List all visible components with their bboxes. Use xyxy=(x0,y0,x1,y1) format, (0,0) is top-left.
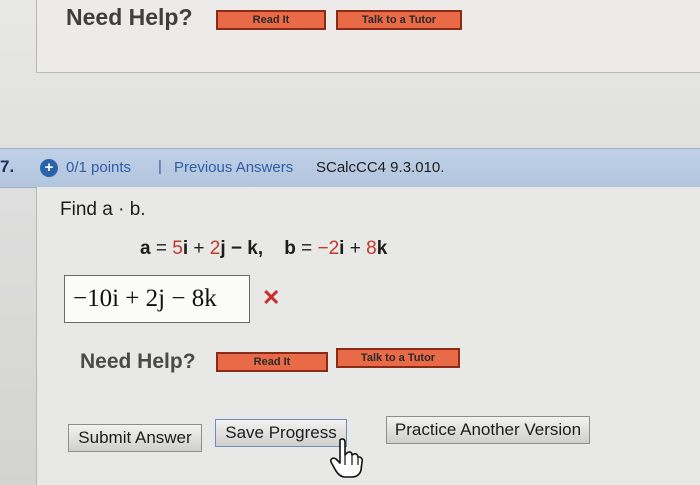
talk-to-tutor-button[interactable]: Talk to a Tutor xyxy=(336,348,460,368)
equals-sign: = xyxy=(150,238,173,259)
question-prompt: Find a · b. xyxy=(60,199,146,220)
previous-answers-link[interactable]: Previous Answers xyxy=(174,159,293,176)
prev-need-help-label: Need Help? xyxy=(66,4,193,30)
minus-k: − k, xyxy=(225,238,264,259)
plus-sign: + xyxy=(188,238,210,259)
prev-talk-to-tutor-button[interactable]: Talk to a Tutor xyxy=(336,10,462,30)
x-mark-icon: ✕ xyxy=(262,285,281,310)
read-it-button[interactable]: Read It xyxy=(216,352,328,372)
plus-circle-icon[interactable]: + xyxy=(40,159,58,177)
vector-definitions: a = 5i + 2j − k, b = −2i + 8k xyxy=(140,238,387,260)
header-separator: | xyxy=(158,158,162,175)
prev-read-it-button[interactable]: Read It xyxy=(216,10,326,30)
vector-a-label: a xyxy=(140,238,151,259)
submit-answer-button[interactable]: Submit Answer xyxy=(68,424,202,452)
need-help-label: Need Help? xyxy=(80,350,196,373)
question-header-bar: 7. + 0/1 points | Previous Answers SCalc… xyxy=(0,148,700,188)
hand-pointer-icon xyxy=(330,438,364,478)
a-coef-j: 2 xyxy=(209,238,221,259)
b-coef-i: −2 xyxy=(317,238,340,259)
plus-sign-b: + xyxy=(344,238,367,259)
question-number: 7. xyxy=(0,157,15,176)
practice-another-version-button[interactable]: Practice Another Version xyxy=(386,416,590,444)
answer-input[interactable]: −10i + 2j − 8k xyxy=(64,275,250,323)
save-progress-button[interactable]: Save Progress xyxy=(215,419,347,447)
points-link[interactable]: 0/1 points xyxy=(66,159,131,176)
b-coef-k: 8 xyxy=(366,238,377,259)
vector-b-label: b xyxy=(284,238,296,259)
vector-spacer xyxy=(263,238,284,259)
question-code: SCalcCC4 9.3.010. xyxy=(316,159,445,176)
a-coef-i: 5 xyxy=(172,238,183,259)
equals-sign-b: = xyxy=(295,238,318,259)
unit-k: k xyxy=(376,238,388,259)
